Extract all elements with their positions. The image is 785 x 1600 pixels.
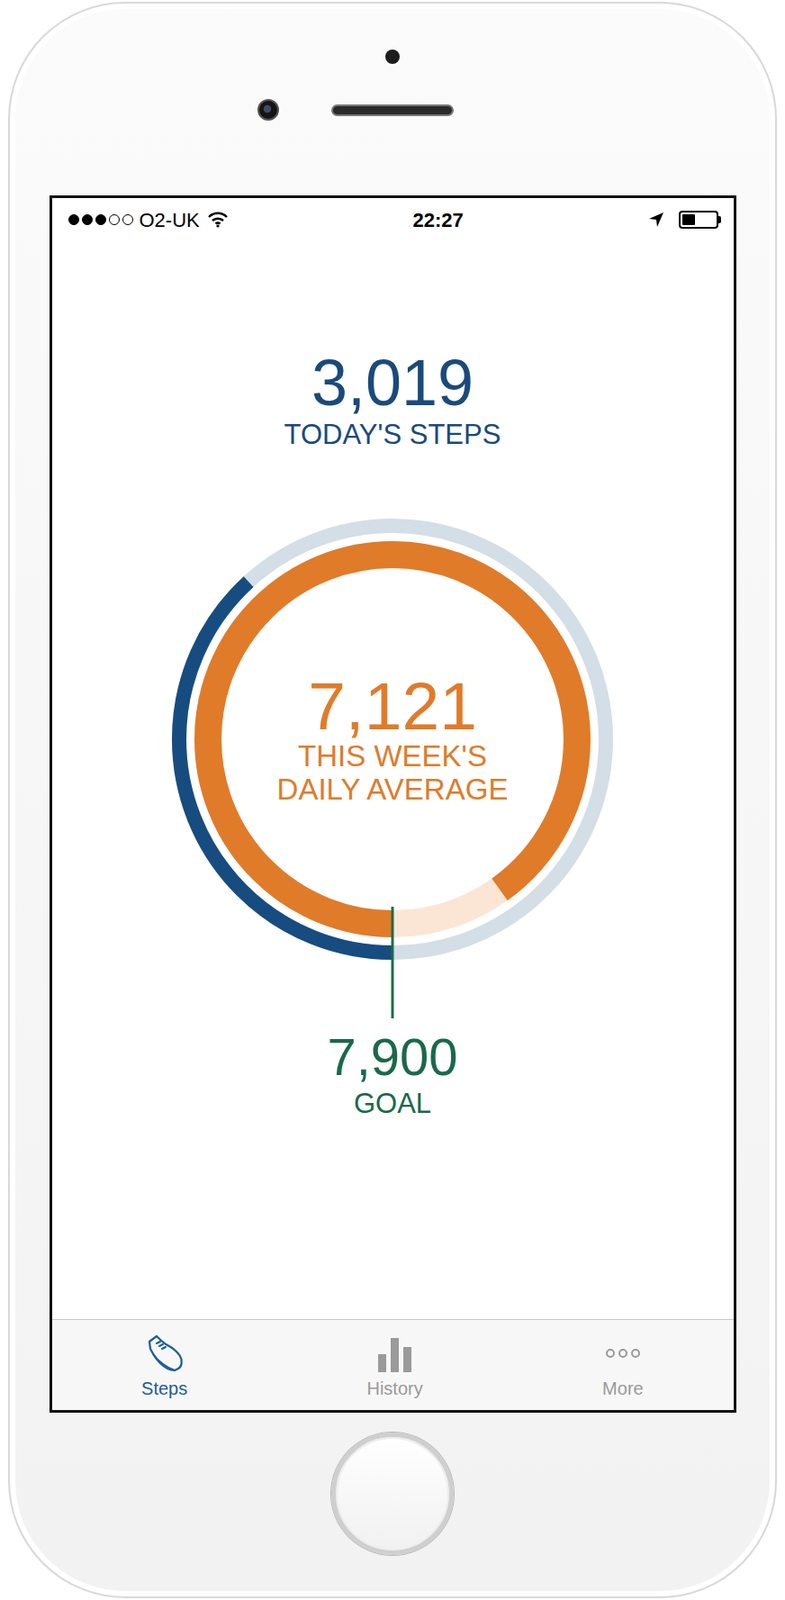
goal-marker <box>391 906 395 1019</box>
clock: 22:27 <box>412 205 463 235</box>
phone-frame: O2-UK 22:27 3,019 TOD <box>8 1 777 1598</box>
phone-top <box>257 3 528 196</box>
average-label: THIS WEEK'S <box>297 739 488 774</box>
today-label: TODAY'S STEPS <box>284 417 502 452</box>
battery-fill <box>682 214 695 226</box>
tab-label: More <box>602 1377 644 1399</box>
today-arc <box>179 525 606 953</box>
status-bar: O2-UK 22:27 <box>52 198 734 242</box>
camera-row <box>257 99 528 121</box>
average-label: DAILY AVERAGE <box>277 773 509 807</box>
wifi-icon <box>207 211 229 228</box>
today-steps: 3,019 <box>311 350 474 416</box>
battery-icon <box>678 210 719 229</box>
home-button[interactable] <box>331 1432 454 1555</box>
screen: O2-UK 22:27 3,019 TOD <box>49 195 737 1413</box>
tab[interactable]: Steps <box>52 1319 278 1410</box>
average-arc <box>207 554 578 924</box>
signal-icon <box>68 214 136 226</box>
goal-steps: 7,900 <box>326 1030 458 1083</box>
tab[interactable]: More <box>512 1319 733 1410</box>
tab-bar: Steps History More <box>52 1318 734 1410</box>
signal-dot <box>108 214 120 226</box>
signal-dot <box>68 214 80 226</box>
signal-dot <box>81 214 93 226</box>
speaker-icon <box>331 104 454 117</box>
signal-dot <box>95 214 107 226</box>
average-block: 7,121 THIS WEEK'S DAILY AVERAGE <box>167 514 618 965</box>
sneaker-icon <box>144 1332 186 1374</box>
goal-label: GOAL <box>353 1086 432 1120</box>
tab-label: History <box>366 1377 423 1399</box>
average-track <box>207 554 578 924</box>
camera-icon <box>257 99 280 121</box>
carrier: O2-UK <box>139 205 200 235</box>
progress-ring: 7,121 THIS WEEK'S DAILY AVERAGE <box>167 514 618 1019</box>
average-steps: 7,121 <box>307 672 478 740</box>
tab-label: Steps <box>141 1377 188 1399</box>
more-icon <box>602 1332 644 1374</box>
sensor-icon <box>385 49 400 64</box>
steps-view: 3,019 TODAY'S STEPS 7,121 THIS WEEK'S DA… <box>52 241 734 1319</box>
today-track <box>179 525 606 953</box>
signal-dot <box>122 214 134 226</box>
location-icon <box>648 211 665 228</box>
tab[interactable]: History <box>277 1319 513 1410</box>
bar-chart-icon <box>374 1332 416 1374</box>
